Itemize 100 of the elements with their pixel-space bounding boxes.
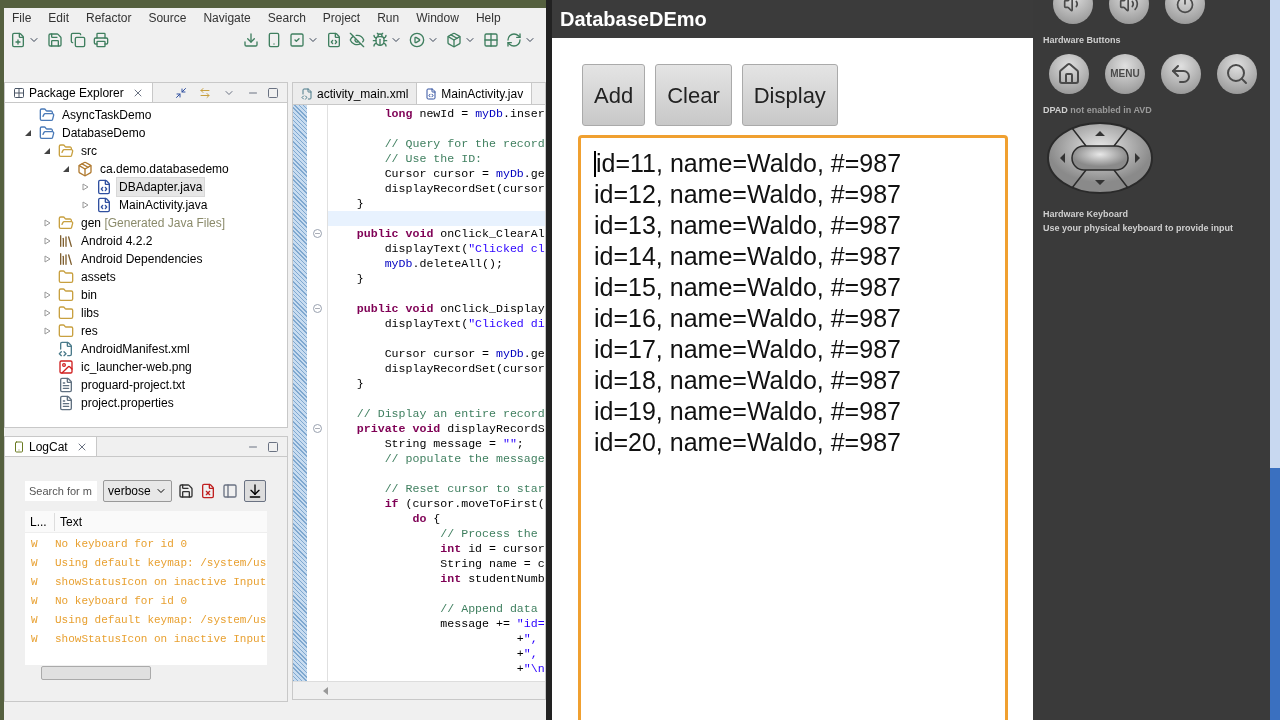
menu-item[interactable]: Run (377, 9, 400, 27)
log-message: No keyboard for id 0 (55, 594, 188, 610)
expanded-arrow-icon[interactable] (24, 129, 32, 137)
new-file-icon[interactable] (326, 32, 342, 48)
menu-item[interactable]: Edit (48, 9, 70, 27)
tree-item[interactable]: gen [Generated Java Files] (78, 213, 229, 233)
expanded-arrow-icon[interactable] (43, 147, 51, 155)
tree-item[interactable]: AndroidManifest.xml (78, 339, 193, 359)
tree-item[interactable]: proguard-project.txt (78, 375, 189, 395)
collapsed-arrow-icon[interactable] (43, 291, 51, 299)
code-line: public void onClick_ClearAl (355, 226, 545, 241)
tree-item[interactable]: Android 4.2.2 (78, 231, 156, 251)
menu-item[interactable]: Window (416, 9, 459, 27)
collapsed-arrow-icon[interactable] (43, 219, 51, 227)
save-all-icon[interactable] (70, 32, 86, 48)
code-line: // Query for the record (383, 136, 545, 151)
tree-item[interactable]: MainActivity.java (116, 195, 211, 215)
column-header[interactable]: Text (55, 512, 82, 531)
tree-item[interactable]: AsyncTaskDemo (59, 105, 155, 125)
image-file-icon (58, 359, 74, 375)
code-line: displayRecordSet(cursor (383, 361, 545, 376)
hidden-icon[interactable] (349, 32, 365, 48)
menu-item[interactable]: Project (322, 9, 361, 27)
collapsed-arrow-icon[interactable] (81, 183, 89, 191)
link-icon[interactable] (199, 86, 211, 99)
print-icon[interactable] (93, 32, 109, 48)
folder-icon (58, 287, 74, 303)
menu-item[interactable]: Help (475, 9, 501, 27)
menu-item[interactable]: Navigate (203, 9, 251, 27)
panel-icon[interactable] (222, 482, 238, 499)
clear-log-icon[interactable] (200, 482, 216, 499)
scroll-lock-button[interactable] (244, 479, 266, 502)
tree-item[interactable]: project.properties (78, 393, 177, 413)
save-icon[interactable] (178, 482, 194, 499)
code-line: // Process the (439, 526, 538, 541)
code-line: message += "id= (439, 616, 545, 631)
box-icon[interactable] (446, 32, 462, 48)
app-button[interactable]: Clear (655, 64, 732, 126)
log-level: W (30, 537, 39, 553)
log-message: showStatusIcon on inactive Input (55, 632, 267, 648)
tree-item[interactable]: DBAdapter.java (116, 177, 206, 197)
editor-tab[interactable]: MainActivity.jav (417, 83, 533, 104)
search-button[interactable] (1217, 53, 1257, 94)
code-line: // Reset cursor to star (383, 481, 545, 496)
expanded-arrow-icon[interactable] (62, 165, 70, 173)
search-field[interactable]: Search for m (25, 480, 97, 501)
maximize-icon[interactable] (267, 86, 279, 99)
vertical-scrollbar[interactable] (1270, 0, 1280, 720)
grid-icon[interactable] (483, 32, 499, 48)
tree-item[interactable]: bin (78, 285, 100, 305)
code-line: } (355, 271, 364, 286)
maximize-icon[interactable] (267, 440, 279, 453)
editor-tab[interactable]: activity_main.xml (293, 83, 418, 104)
records-text-area[interactable] (578, 135, 1008, 720)
menu-button[interactable]: MENU (1105, 53, 1145, 94)
collapsed-arrow-icon[interactable] (43, 327, 51, 335)
source-folder-icon (58, 215, 74, 231)
download-icon[interactable] (243, 32, 259, 48)
collapsed-arrow-icon[interactable] (43, 309, 51, 317)
menu-item[interactable]: Source (148, 9, 187, 27)
code-line: displayText("Clicked di (383, 316, 545, 331)
keyboard-title: Hardware Keyboard (1043, 208, 1130, 221)
collapsed-arrow-icon[interactable] (43, 255, 51, 263)
bug-icon[interactable] (372, 32, 388, 48)
code-line: displayText("Clicked cl (383, 241, 545, 256)
new-file-icon[interactable] (10, 32, 26, 48)
dpad-drawing[interactable] (1046, 122, 1154, 194)
menu-item[interactable]: Refactor (86, 9, 132, 27)
refresh-icon[interactable] (506, 32, 522, 48)
tree-item[interactable]: libs (78, 303, 102, 323)
scroll-left-icon[interactable] (323, 687, 329, 695)
tree-item[interactable]: ic_launcher-web.png (78, 357, 195, 377)
tree-item[interactable]: src (78, 141, 100, 161)
tree-item[interactable]: ca.demo.databasedemo (97, 159, 232, 179)
app-button[interactable]: Display (741, 64, 838, 126)
app-button[interactable]: Add (582, 64, 646, 126)
menu-item[interactable]: File (12, 9, 32, 27)
collapse-all-icon[interactable] (175, 86, 187, 99)
home-button[interactable] (1049, 53, 1089, 94)
code-line: long newId = myDb.inser (383, 106, 545, 121)
run-icon[interactable] (409, 32, 425, 48)
column-header[interactable]: L... (25, 512, 55, 531)
log-level-select[interactable]: verbose (103, 479, 172, 502)
tree-item[interactable]: assets (78, 267, 119, 287)
panel-tab[interactable]: Package Explorer (5, 83, 153, 102)
collapsed-arrow-icon[interactable] (43, 237, 51, 245)
tree-item[interactable]: res (78, 321, 101, 341)
code-line: String name = c (439, 556, 545, 571)
phone-icon[interactable] (266, 32, 282, 48)
xml-file-icon (301, 87, 313, 100)
checkbox-icon[interactable] (289, 32, 305, 48)
tree-item[interactable]: DatabaseDemo (59, 123, 149, 143)
collapsed-arrow-icon[interactable] (81, 201, 89, 209)
menu-item[interactable]: Search (267, 9, 306, 27)
package-explorer-icon (13, 86, 25, 99)
tree-item[interactable]: Android Dependencies (78, 249, 206, 269)
panel-tab[interactable]: LogCat (5, 437, 97, 456)
record-line: id=15, name=Waldo, #=987 (594, 271, 901, 303)
project-icon (39, 107, 55, 123)
back-button[interactable] (1161, 53, 1201, 94)
